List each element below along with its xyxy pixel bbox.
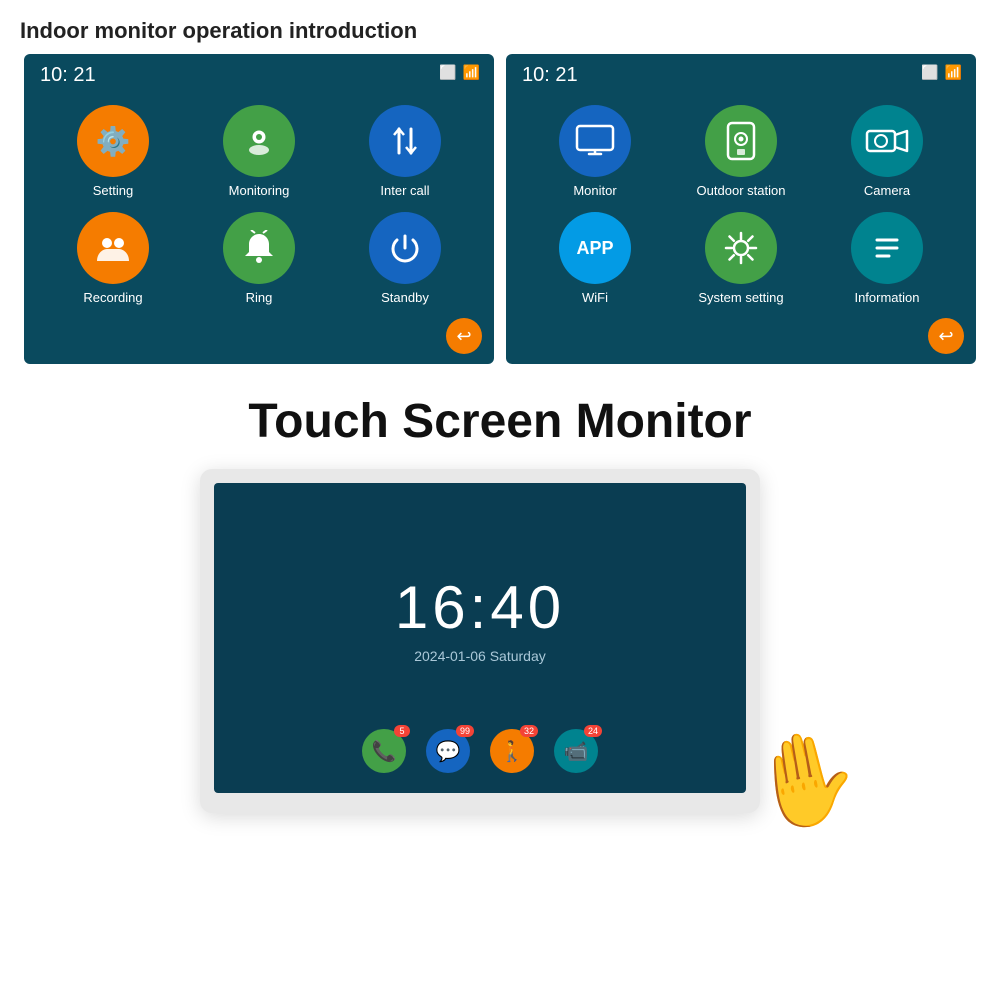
ring-label: Ring [246,290,273,305]
screen1-row1: ⚙️ Setting Monitoring [40,105,478,198]
standby-item[interactable]: Standby [345,212,465,305]
outdoor-item[interactable]: Outdoor station [681,105,801,198]
recording-label: Recording [83,290,142,305]
wifi-icon: 📶 [463,64,480,81]
standby-label: Standby [381,290,429,305]
call-icon-item[interactable]: 📞 5 [362,729,406,773]
system-icon [705,212,777,284]
camera-label: Camera [864,183,910,198]
intercall-label: Inter call [380,183,429,198]
video-icon-item[interactable]: 📹 24 [554,729,598,773]
information-icon [851,212,923,284]
section-title: Touch Screen Monitor [248,394,751,449]
ring-item[interactable]: Ring [199,212,319,305]
information-item[interactable]: Information [827,212,947,305]
motion-icon-item[interactable]: 🚶 32 [490,729,534,773]
monitor-icon [559,105,631,177]
monitor-label: Monitor [573,183,616,198]
intercall-icon [369,105,441,177]
setting-item[interactable]: ⚙️ Setting [53,105,173,198]
video-badge: 24 [584,725,602,737]
page-title: Indoor monitor operation introduction [0,0,1000,54]
setting-label: Setting [93,183,133,198]
standby-icon [369,212,441,284]
monitor-frame: 16:40 2024-01-06 Saturday 📞 5 💬 99 🚶 32 [200,469,760,813]
intercall-item[interactable]: Inter call [345,105,465,198]
camera-item[interactable]: Camera [827,105,947,198]
system-label: System setting [698,290,783,305]
screen-panel-1: 10: 21 ⬜ 📶 ⚙️ Setting Monitoring [24,54,494,364]
screen2-row2: APP WiFi System setting [522,212,960,305]
screen1-status: ⬜ 📶 [439,64,480,81]
screen2-status: ⬜ 📶 [921,64,962,81]
setting-icon: ⚙️ [77,105,149,177]
wifi-label: WiFi [582,290,608,305]
monitor-bottom-icons: 📞 5 💬 99 🚶 32 📹 24 [362,729,598,773]
wifi-app-icon: APP [559,212,631,284]
information-label: Information [854,290,919,305]
recording-icon [77,212,149,284]
recording-item[interactable]: Recording [53,212,173,305]
message-badge: 99 [456,725,474,737]
screen-panel-2: 10: 21 ⬜ 📶 Monitor [506,54,976,364]
call-badge: 5 [394,725,410,737]
wifi-icon-2: 📶 [945,64,962,81]
outdoor-label: Outdoor station [697,183,786,198]
screens-row: 10: 21 ⬜ 📶 ⚙️ Setting Monitoring [0,54,1000,364]
monitoring-label: Monitoring [229,183,290,198]
back-btn-1[interactable]: ↩ [446,318,482,354]
back-btn-2[interactable]: ↩ [928,318,964,354]
bottom-section: Touch Screen Monitor 16:40 2024-01-06 Sa… [0,394,1000,813]
wifi-item[interactable]: APP WiFi [535,212,655,305]
screen2-row1: Monitor Outdoor station [522,105,960,198]
sd-card-icon-2: ⬜ [921,64,938,81]
motion-badge: 32 [520,725,538,737]
monitor-date: 2024-01-06 Saturday [414,648,546,664]
message-icon-item[interactable]: 💬 99 [426,729,470,773]
hand-icon: 🤚 [740,719,869,842]
outdoor-icon [705,105,777,177]
sd-card-icon: ⬜ [439,64,456,81]
screen1-time: 10: 21 [40,64,96,87]
system-item[interactable]: System setting [681,212,801,305]
monitor-item[interactable]: Monitor [535,105,655,198]
monitor-clock: 16:40 [395,573,565,642]
monitor-screen[interactable]: 16:40 2024-01-06 Saturday 📞 5 💬 99 🚶 32 [214,483,746,793]
ring-icon [223,212,295,284]
camera-icon [851,105,923,177]
screen1-row2: Recording Ring [40,212,478,305]
monitoring-icon [223,105,295,177]
screen2-time: 10: 21 [522,64,578,87]
monitoring-item[interactable]: Monitoring [199,105,319,198]
